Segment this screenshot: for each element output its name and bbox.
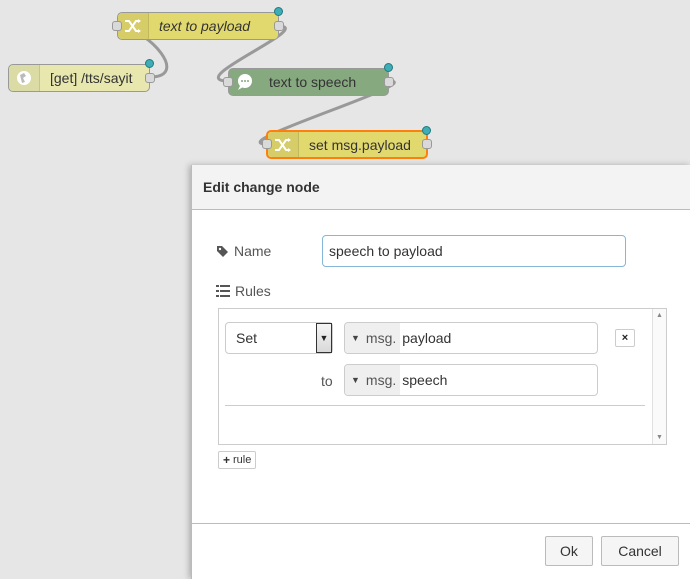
rule-action-value: Set [236, 330, 258, 346]
node-text-to-speech[interactable]: text to speech [223, 63, 394, 96]
scroll-down-icon[interactable]: ▼ [653, 434, 666, 441]
name-input[interactable] [322, 235, 626, 267]
input-port[interactable] [262, 139, 272, 149]
ok-button[interactable]: Ok [545, 536, 593, 566]
tray-title: Edit change node [192, 165, 690, 210]
to-type-label: msg. [365, 372, 397, 388]
chevron-down-icon[interactable]: ▼ [316, 323, 332, 353]
rules-label: Rules [216, 283, 271, 299]
output-port[interactable] [145, 73, 155, 83]
rule-action-select[interactable]: Set ▼ [225, 322, 333, 354]
plus-icon: + [223, 453, 231, 467]
node-http-in[interactable]: [get] /tts/sayit [8, 59, 155, 92]
name-label-text: Name [234, 243, 272, 259]
caret-down-icon: ▼ [351, 375, 360, 385]
node-text-to-payload[interactable]: text to payload [112, 7, 284, 40]
rule-property-input[interactable]: ▼ msg. payload [344, 322, 598, 354]
node-label: set msg.payload [309, 136, 411, 153]
changed-indicator [422, 126, 431, 135]
cancel-button[interactable]: Cancel [601, 536, 679, 566]
name-row: Name [216, 243, 271, 259]
rule-divider [225, 405, 645, 406]
tag-icon [217, 245, 228, 257]
to-value: speech [402, 372, 448, 388]
input-port[interactable] [223, 77, 233, 87]
caret-down-icon: ▼ [351, 333, 360, 343]
name-label: Name [216, 243, 271, 259]
changed-indicator [384, 63, 393, 72]
add-rule-label: rule [233, 454, 252, 466]
shuffle-icon [268, 132, 299, 157]
rules-scrollbar[interactable]: ▲ ▼ [652, 309, 666, 444]
globe-icon [9, 65, 40, 91]
output-port[interactable] [422, 139, 432, 149]
shuffle-icon [118, 13, 149, 39]
rules-label-text: Rules [235, 283, 271, 299]
changed-indicator [274, 7, 283, 16]
tray-footer: Ok Cancel [192, 523, 690, 579]
property-type-button[interactable]: ▼ msg. [345, 323, 401, 353]
node-label: text to speech [269, 74, 357, 90]
rules-list: Set ▼ ▼ msg. payload × to ▼ msg. speech … [218, 308, 667, 445]
list-icon [216, 285, 230, 297]
speech-bubble-icon [229, 69, 259, 95]
rule-to-input[interactable]: ▼ msg. speech [344, 364, 598, 396]
output-port[interactable] [274, 21, 284, 31]
edit-tray: Edit change node Name Rules Set [191, 165, 690, 579]
to-label: to [321, 373, 333, 389]
node-label: [get] /tts/sayit [50, 70, 133, 86]
output-port[interactable] [384, 77, 394, 87]
property-type-label: msg. [365, 330, 397, 346]
to-type-button[interactable]: ▼ msg. [345, 365, 401, 395]
node-set-msg-payload[interactable]: set msg.payload [262, 126, 432, 159]
delete-rule-button[interactable]: × [615, 329, 635, 347]
property-value: payload [402, 330, 452, 346]
changed-indicator [145, 59, 154, 68]
rules-row: Rules [216, 283, 271, 299]
input-port[interactable] [112, 21, 122, 31]
add-rule-button[interactable]: + rule [218, 451, 257, 469]
scroll-up-icon[interactable]: ▲ [653, 312, 666, 319]
node-label: text to payload [159, 18, 251, 34]
